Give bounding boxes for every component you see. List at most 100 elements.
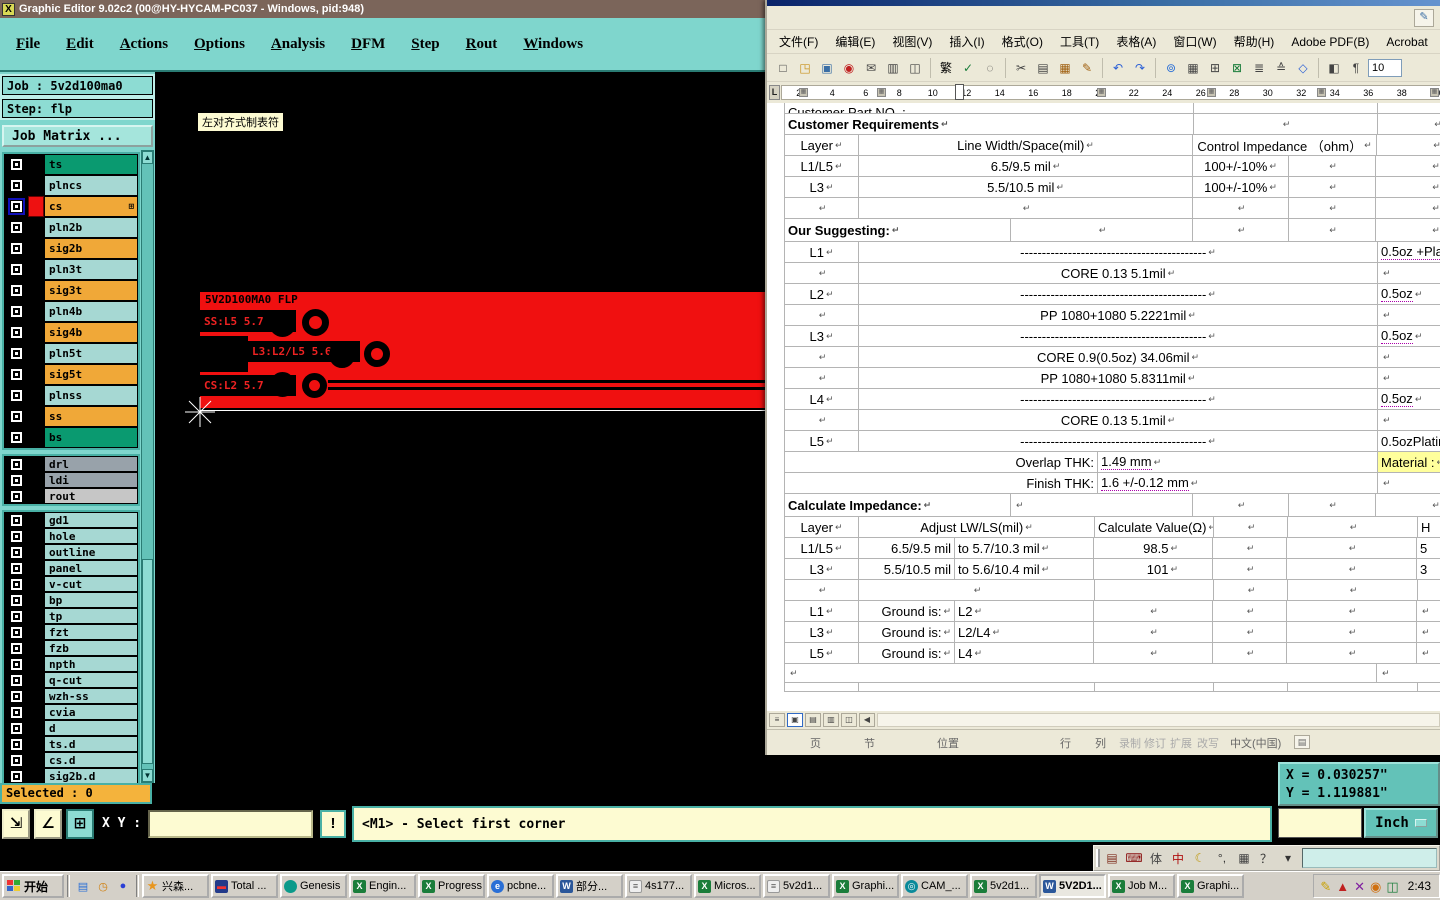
document-map-icon[interactable]: ◧ xyxy=(1324,57,1344,78)
editor-menu-options[interactable]: Options xyxy=(194,36,245,53)
quicklaunch-editor-icon[interactable]: ▤ xyxy=(74,877,92,895)
view-button-2[interactable]: ▤ xyxy=(805,713,821,727)
permission-icon[interactable]: ◉ xyxy=(839,57,859,78)
mail-icon[interactable]: ✉ xyxy=(861,57,881,78)
tray-green-icon[interactable]: ◫ xyxy=(1386,880,1398,893)
layer-checkbox[interactable] xyxy=(9,609,23,623)
punctuation-icon[interactable]: °, xyxy=(1212,848,1232,868)
layer-row-fzb[interactable]: fzb xyxy=(4,640,138,656)
table-column-marker[interactable]: ▦ xyxy=(1430,88,1439,97)
word-menu-item[interactable]: 文件(F) xyxy=(779,33,818,50)
layer-checkbox[interactable] xyxy=(9,577,23,591)
word-menu-item[interactable]: 插入(I) xyxy=(949,33,984,50)
task-button[interactable]: X Engin... xyxy=(349,874,416,898)
units-dropdown[interactable]: Inch xyxy=(1364,808,1438,838)
print-preview-icon[interactable]: ◫ xyxy=(905,57,925,78)
layer-row-hole[interactable]: hole xyxy=(4,528,138,544)
word-menu-item[interactable]: 格式(O) xyxy=(1002,33,1043,50)
word-menu-item[interactable]: 表格(A) xyxy=(1116,33,1156,50)
paste-icon[interactable]: ▦ xyxy=(1055,57,1075,78)
view-button-0[interactable]: ≡ xyxy=(769,713,785,727)
layer-name[interactable]: q-cut xyxy=(44,672,138,688)
layer-checkbox[interactable] xyxy=(9,513,23,527)
layer-name[interactable]: ts xyxy=(44,154,138,175)
layer-row-gd1[interactable]: gd1 xyxy=(4,512,138,528)
open-icon[interactable]: ◳ xyxy=(795,57,815,78)
word-menu-item[interactable]: 窗口(W) xyxy=(1173,33,1216,50)
layer-row-pln2b[interactable]: pln2b xyxy=(4,217,138,238)
quicklaunch-globe-icon[interactable]: ● xyxy=(114,877,132,895)
layer-checkbox[interactable] xyxy=(9,529,23,543)
task-button[interactable]: ≡ 5v2d1... xyxy=(763,874,830,898)
word-menu-item[interactable]: Adobe PDF(B) xyxy=(1291,35,1369,49)
table-column-marker[interactable]: ▦ xyxy=(1097,88,1106,97)
layer-name[interactable]: plnss xyxy=(44,385,138,406)
layer-name[interactable]: cvia xyxy=(44,704,138,720)
layer-name[interactable]: tp xyxy=(44,608,138,624)
task-button[interactable]: X Job M... xyxy=(1108,874,1175,898)
task-button[interactable]: Genesis xyxy=(280,874,347,898)
layer-row-sig2b.d[interactable]: sig2b.d xyxy=(4,768,138,783)
scrollbar-thumb[interactable] xyxy=(142,559,153,764)
tray-purple-icon[interactable]: ✕ xyxy=(1354,880,1365,893)
task-button[interactable]: X Graphi... xyxy=(1177,874,1244,898)
layer-name[interactable]: v-cut xyxy=(44,576,138,592)
layer-name[interactable]: panel xyxy=(44,560,138,576)
layer-checkbox[interactable] xyxy=(9,489,23,503)
layer-checkbox[interactable] xyxy=(9,657,23,671)
ruler-drag-cursor[interactable] xyxy=(955,84,964,100)
word-document[interactable]: Customer Part NO. : Customer Requirements… xyxy=(767,103,1440,711)
layer-checkbox[interactable] xyxy=(9,473,23,487)
ruler-toggle-icon[interactable]: ✎ xyxy=(1414,9,1434,27)
layer-row-d[interactable]: d xyxy=(4,720,138,736)
langbar-grip[interactable] xyxy=(1096,849,1100,867)
soft-keyboard-icon[interactable]: ▦ xyxy=(1234,848,1254,868)
task-button[interactable]: W 5V2D1... xyxy=(1039,874,1106,898)
layer-row-ts[interactable]: ts xyxy=(4,154,138,175)
layer-name[interactable]: sig4b xyxy=(44,322,138,343)
layer-row-outline[interactable]: outline xyxy=(4,544,138,560)
job-matrix-button[interactable]: Job Matrix ... xyxy=(2,125,153,147)
editor-menu-windows[interactable]: Windows xyxy=(523,36,583,53)
save-icon[interactable]: ▣ xyxy=(817,57,837,78)
layer-name[interactable]: d xyxy=(44,720,138,736)
layer-row-cvia[interactable]: cvia xyxy=(4,704,138,720)
editor-menu-actions[interactable]: Actions xyxy=(120,36,168,53)
layer-name[interactable]: ss xyxy=(44,406,138,427)
layer-checkbox[interactable] xyxy=(9,389,23,402)
layer-name[interactable]: fzb xyxy=(44,640,138,656)
layer-row-pln3t[interactable]: pln3t xyxy=(4,259,138,280)
layer-checkbox[interactable] xyxy=(9,431,23,444)
alert-button[interactable]: ! xyxy=(320,810,346,838)
word-horizontal-scrollbar[interactable]: ≡ ▣ ▤ ▥ ◫ ◀ xyxy=(767,711,1440,729)
layer-row-tp[interactable]: tp xyxy=(4,608,138,624)
layer-row-bs[interactable]: bs xyxy=(4,427,138,448)
layer-row-ss[interactable]: ss xyxy=(4,406,138,427)
table-column-marker[interactable]: ▦ xyxy=(1317,88,1326,97)
layer-name[interactable]: bs xyxy=(44,427,138,448)
editor-menu-file[interactable]: File xyxy=(16,36,40,53)
layer-name[interactable]: pln5t xyxy=(44,343,138,364)
layer-row-pln5t[interactable]: pln5t xyxy=(4,343,138,364)
cut-icon[interactable]: ✂ xyxy=(1011,57,1031,78)
layer-checkbox[interactable] xyxy=(9,673,23,687)
layer-row-q-cut[interactable]: q-cut xyxy=(4,672,138,688)
format-painter-icon[interactable]: ✎ xyxy=(1077,57,1097,78)
print-icon[interactable]: ▥ xyxy=(883,57,903,78)
layer-checkbox[interactable] xyxy=(9,221,23,234)
layer-row-npth[interactable]: npth xyxy=(4,656,138,672)
task-button[interactable]: X Graphi... xyxy=(832,874,899,898)
grid-tool-icon[interactable]: ⊞ xyxy=(66,809,94,839)
layer-row-plncs[interactable]: plncs xyxy=(4,175,138,196)
task-button[interactable]: ≡ 4s177... xyxy=(625,874,692,898)
layer-row-ldi[interactable]: ldi xyxy=(4,472,138,488)
tray-orange-icon[interactable]: ◉ xyxy=(1370,880,1381,893)
layer-name[interactable]: npth xyxy=(44,656,138,672)
editor-menu-rout[interactable]: Rout xyxy=(466,36,498,53)
task-button[interactable]: ★ 兴森... xyxy=(142,874,209,898)
layer-checkbox[interactable] xyxy=(9,593,23,607)
collapse-icon[interactable]: ▾ xyxy=(1278,848,1298,868)
layer-checkbox[interactable] xyxy=(9,158,23,171)
tables-borders-icon[interactable]: ▦ xyxy=(1183,57,1203,78)
layer-checkbox[interactable] xyxy=(9,689,23,703)
